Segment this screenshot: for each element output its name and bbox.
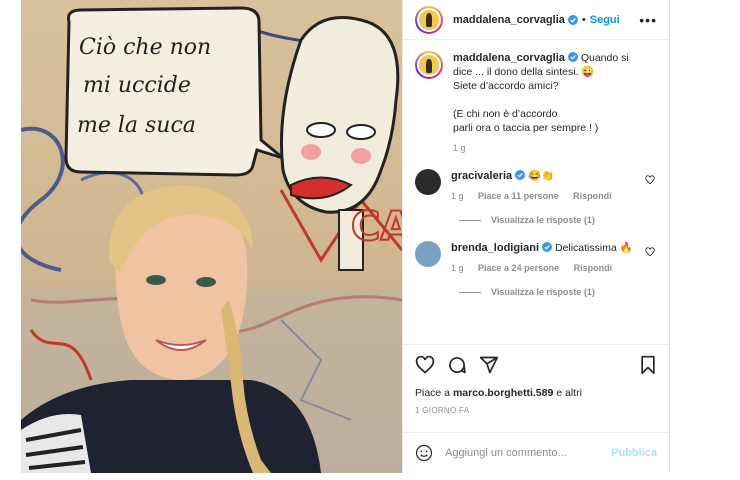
author-avatar[interactable] [415,5,443,34]
comment-username[interactable]: brenda_lodigiani [451,242,539,254]
add-comment-bar: Pubblica [403,432,669,473]
verified-badge-icon [567,52,578,62]
caption-text-4: (E chi non è d’accordo [453,108,558,120]
comment-likes[interactable]: Piace a 24 persone [478,263,559,273]
caption-body: maddalena_corvaglia Quando si dice ... i… [453,51,629,155]
caption-text-2: dice ... il dono della sintesi. 😜 [453,66,595,78]
mural-text-2: mi uccide [83,73,191,98]
publish-button[interactable]: Pubblica [611,447,657,459]
view-replies-button[interactable]: Visualizza le risposte (1) [459,215,657,225]
caption-text-3: Siete d’accordo amici? [453,80,559,92]
more-options-icon[interactable]: ••• [639,12,657,28]
view-replies-label: Visualizza le risposte (1) [491,287,595,297]
post-date[interactable]: 1 GIORNO FA [415,406,657,415]
comment-avatar[interactable] [415,241,441,267]
follow-button[interactable]: Segui [590,14,620,26]
post-image[interactable]: Ciò che non mi uccide me la suca CAB [21,0,402,473]
caption-username[interactable]: maddalena_corvaglia [453,52,565,64]
comment-time: 1 g [451,191,464,201]
comment-avatar[interactable] [415,169,441,195]
caption-text-5: parli ora o taccia per sempre ! ) [453,122,599,134]
reply-button[interactable]: Rispondi [573,191,612,201]
likes-prefix: Piace a [415,387,453,399]
likes-suffix[interactable]: e altri [553,387,582,399]
like-comment-icon[interactable] [645,175,655,185]
likes-user-link[interactable]: marco.borghetti.589 [453,387,553,399]
separator-dot: • [581,13,586,26]
view-replies-label: Visualizza le risposte (1) [491,215,595,225]
caption: maddalena_corvaglia Quando si dice ... i… [415,51,657,155]
comment-item: brenda_lodigiani Delicatissima 🔥 1 g Pia… [415,241,657,275]
comment-likes[interactable]: Piace a 11 persone [478,191,559,201]
verified-badge-icon [567,14,578,25]
mural-text-3: me la suca [77,113,196,138]
author-username[interactable]: maddalena_corvaglia [453,14,565,26]
comment-icon[interactable] [447,355,467,375]
verified-badge-icon [515,170,526,180]
comment-time: 1 g [451,263,464,273]
reply-button[interactable]: Rispondi [574,263,613,273]
caption-avatar[interactable] [415,51,443,79]
mural-text-1: Ciò che non [79,35,211,60]
verified-badge-icon [542,242,553,252]
post-side-panel: maddalena_corvaglia • Segui ••• maddalen… [402,0,670,473]
comment-text: 😂👏 [528,170,555,182]
share-icon[interactable] [479,355,499,375]
likes-summary: Piace a marco.borghetti.589 e altri [415,387,657,399]
comment-text: Delicatissima 🔥 [554,242,633,254]
view-replies-button[interactable]: Visualizza le risposte (1) [459,287,657,297]
comments-list[interactable]: maddalena_corvaglia Quando si dice ... i… [403,41,669,344]
post-header: maddalena_corvaglia • Segui ••• [403,0,669,40]
comment-username[interactable]: gracivaleria [451,170,512,182]
comment-item: gracivaleria 😂👏 1 g Piace a 11 persone R… [415,169,657,203]
post-actions: Piace a marco.borghetti.589 e altri 1 GI… [403,344,669,415]
caption-text-1: Quando si [580,52,629,64]
like-comment-icon[interactable] [645,247,655,257]
mural-tag: CAB [351,204,402,250]
heart-icon[interactable] [415,355,435,375]
emoji-icon[interactable] [415,444,433,462]
bookmark-icon[interactable] [639,355,657,375]
comment-input[interactable] [445,447,612,459]
caption-time: 1 g [453,143,466,153]
